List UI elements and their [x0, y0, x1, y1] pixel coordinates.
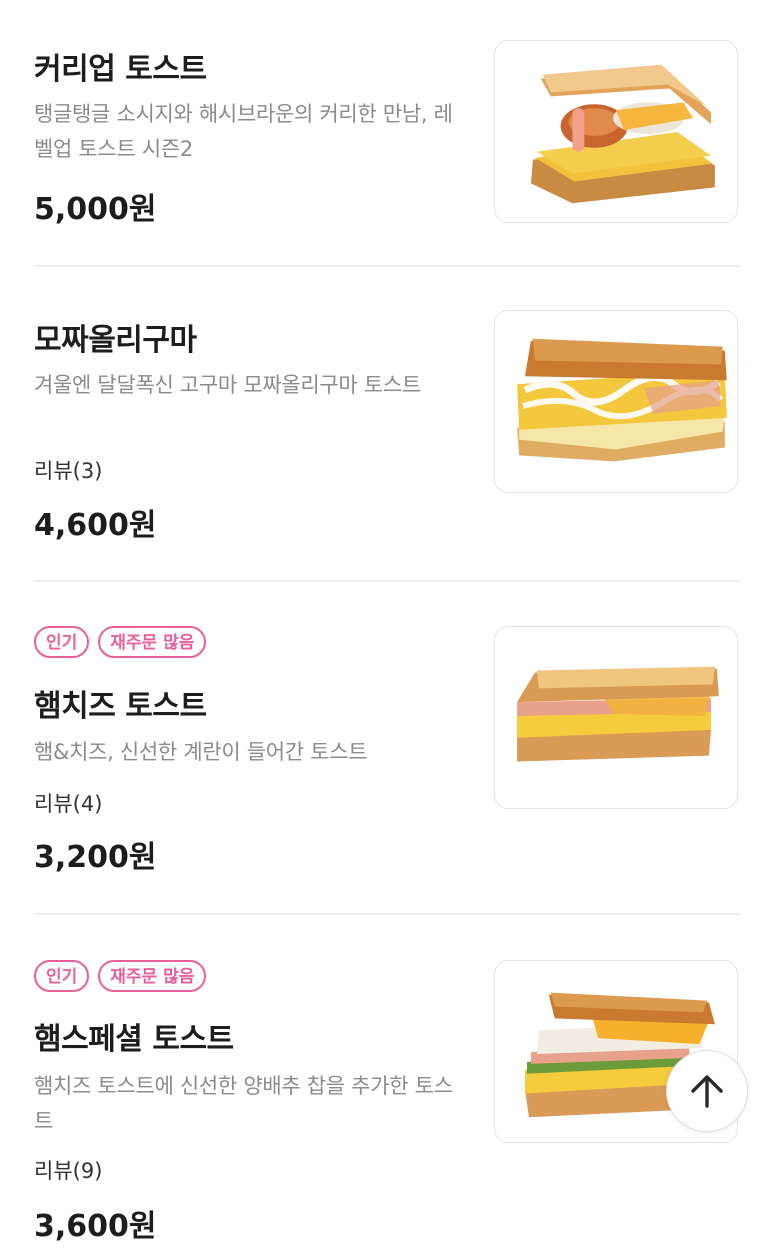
menu-item-review-count[interactable]: 리뷰(3) — [34, 455, 102, 485]
badge-group: 인기 재주문 많음 — [34, 960, 207, 992]
menu-item-ham-special-toast[interactable]: 인기 재주문 많음 햄스페셜 토스트 햄치즈 토스트에 신선한 양배추 찹을 추… — [0, 915, 773, 1254]
badge-popular: 인기 — [34, 960, 90, 992]
scroll-to-top-button[interactable] — [666, 1050, 748, 1132]
menu-item-ham-cheese-toast[interactable]: 인기 재주문 많음 햄치즈 토스트 햄&치즈, 신선한 계란이 들어간 토스트 … — [0, 582, 773, 914]
menu-item-review-count[interactable]: 리뷰(4) — [34, 788, 102, 818]
badge-group: 인기 재주문 많음 — [34, 626, 207, 658]
menu-item-curry-up-toast[interactable]: 커리업 토스트 탱글탱글 소시지와 해시브라운의 커리한 만남, 레벨업 토스트… — [0, 0, 773, 266]
menu-item-title: 모짜올리구마 — [34, 323, 197, 358]
menu-item-mozzarella-sweet-potato[interactable]: 모짜올리구마 겨울엔 달달폭신 고구마 모짜올리구마 토스트 리뷰(3) 4,6… — [0, 267, 773, 581]
menu-item-review-count[interactable]: 리뷰(9) — [34, 1155, 102, 1185]
badge-popular: 인기 — [34, 626, 90, 658]
menu-item-title: 햄스페셜 토스트 — [34, 1022, 234, 1057]
menu-item-photo[interactable] — [494, 310, 738, 493]
menu-item-description: 겨울엔 달달폭신 고구마 모짜올리구마 토스트 — [34, 373, 421, 397]
menu-item-description: 햄치즈 토스트에 신선한 양배추 찹을 추가한 토스트 — [34, 1074, 453, 1133]
mozzarella-sweet-potato-toast-image — [517, 338, 727, 462]
badge-frequent-reorder: 재주문 많음 — [98, 960, 207, 992]
menu-item-price: 3,200원 — [34, 840, 157, 875]
menu-item-photo[interactable] — [494, 40, 738, 223]
menu-item-price: 4,600원 — [34, 508, 157, 543]
menu-item-price: 5,000원 — [34, 192, 157, 227]
menu-item-description: 햄&치즈, 신선한 계란이 들어간 토스트 — [34, 740, 368, 764]
curry-sausage-toast-image — [530, 64, 715, 204]
menu-item-title: 커리업 토스트 — [34, 52, 207, 87]
menu-item-title: 햄치즈 토스트 — [34, 689, 207, 724]
menu-item-description: 탱글탱글 소시지와 해시브라운의 커리한 만남, 레벨업 토스트 시즌2 — [34, 102, 453, 161]
menu-item-price: 3,600원 — [34, 1209, 157, 1244]
badge-frequent-reorder: 재주문 많음 — [98, 626, 207, 658]
ham-cheese-toast-image — [517, 666, 719, 762]
arrow-up-icon — [691, 1075, 723, 1108]
menu-item-photo[interactable] — [494, 626, 738, 809]
